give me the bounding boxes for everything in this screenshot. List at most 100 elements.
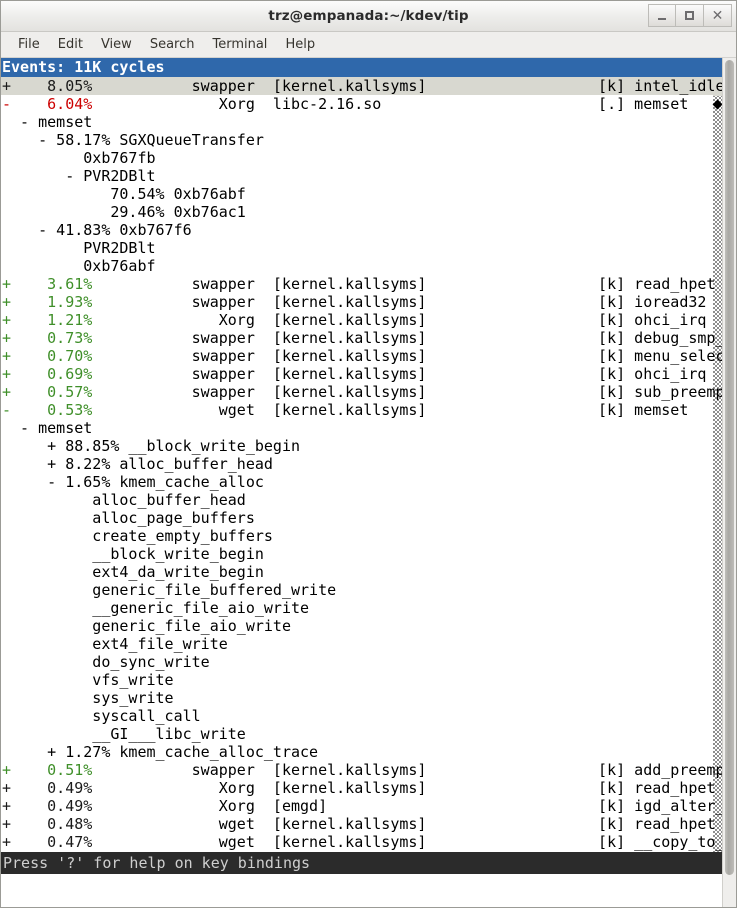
callgraph-row[interactable]: ext4_file_write	[1, 635, 722, 653]
table-row[interactable]: + 1.21% Xorg [kernel.kallsyms] [k] ohci_…	[1, 311, 722, 329]
window-scrollbar[interactable]	[722, 58, 736, 907]
row-dso: [kernel.kallsyms]	[254, 833, 599, 851]
row-privilege-level: [k]	[598, 347, 635, 365]
row-command: Xorg	[92, 95, 255, 113]
minimize-button[interactable]	[648, 4, 676, 27]
callgraph-row[interactable]: vfs_write	[1, 671, 722, 689]
table-row[interactable]: + 0.73% swapper [kernel.kallsyms] [k] de…	[1, 329, 722, 347]
table-row[interactable]: + 8.05% swapper [kernel.kallsyms] [k] in…	[1, 77, 722, 95]
callgraph-row[interactable]: generic_file_buffered_write	[1, 581, 722, 599]
row-command: swapper	[92, 365, 255, 383]
row-percent: 1.93%	[11, 293, 93, 311]
callgraph-row[interactable]: 29.46% 0xb76ac1	[1, 203, 722, 221]
table-row[interactable]: + 0.70% swapper [kernel.kallsyms] [k] me…	[1, 347, 722, 365]
callgraph-row[interactable]: __generic_file_aio_write	[1, 599, 722, 617]
row-command: Xorg	[92, 311, 255, 329]
row-expand-sign: +	[2, 365, 12, 383]
callgraph-text: alloc_buffer_head	[2, 491, 246, 509]
row-percent: 3.61%	[11, 275, 93, 293]
callgraph-text: 29.46% 0xb76ac1	[2, 203, 246, 221]
callgraph-row[interactable]: syscall_call	[1, 707, 722, 725]
row-expand-sign: +	[2, 815, 12, 833]
title-bar: trz@empanada:~/kdev/tip ✕	[1, 1, 736, 32]
callgraph-row[interactable]: + 1.27% kmem_cache_alloc_trace	[1, 743, 722, 761]
perf-report-tui[interactable]: Events: 11K cycles + 8.05% swapper [kern…	[1, 58, 722, 907]
callgraph-row[interactable]: 0xb767fb	[1, 149, 722, 167]
callgraph-text: - 58.17% SGXQueueTransfer	[2, 131, 264, 149]
table-row[interactable]: + 0.69% swapper [kernel.kallsyms] [k] oh…	[1, 365, 722, 383]
menu-item-file[interactable]: File	[9, 35, 49, 54]
callgraph-row[interactable]: alloc_buffer_head	[1, 491, 722, 509]
row-privilege-level: [.]	[598, 95, 635, 113]
table-row[interactable]: + 0.47% wget [kernel.kallsyms] [k] __cop…	[1, 833, 722, 851]
row-expand-sign: -	[2, 95, 12, 113]
table-row[interactable]: + 0.57% swapper [kernel.kallsyms] [k] su…	[1, 383, 722, 401]
close-button[interactable]: ✕	[704, 4, 732, 27]
callgraph-row[interactable]: - 41.83% 0xb767f6	[1, 221, 722, 239]
row-dso: [kernel.kallsyms]	[254, 311, 599, 329]
callgraph-row[interactable]: - memset	[1, 419, 722, 437]
row-dso: [kernel.kallsyms]	[254, 383, 599, 401]
table-row[interactable]: + 0.51% swapper [kernel.kallsyms] [k] ad…	[1, 761, 722, 779]
callgraph-row[interactable]: 0xb76abf	[1, 257, 722, 275]
menu-item-terminal[interactable]: Terminal	[203, 35, 276, 54]
row-privilege-level: [k]	[598, 401, 635, 419]
callgraph-row[interactable]: PVR2DBlt	[1, 239, 722, 257]
table-row[interactable]: + 1.93% swapper [kernel.kallsyms] [k] io…	[1, 293, 722, 311]
row-privilege-level: [k]	[598, 383, 635, 401]
callgraph-text: - 1.65% kmem_cache_alloc	[2, 473, 264, 491]
row-expand-sign: +	[2, 77, 12, 95]
callgraph-row[interactable]: - memset	[1, 113, 722, 131]
minimize-icon	[658, 18, 666, 20]
callgraph-row[interactable]: 70.54% 0xb76abf	[1, 185, 722, 203]
table-row[interactable]: - 6.04% Xorg libc-2.16.so [.] memset	[1, 95, 722, 113]
row-command: swapper	[92, 77, 255, 95]
row-symbol: _raw_spin_l	[634, 851, 722, 852]
callgraph-row[interactable]: - 1.65% kmem_cache_alloc	[1, 473, 722, 491]
window-scrollbar-thumb[interactable]	[725, 60, 734, 876]
row-percent: 0.51%	[11, 761, 93, 779]
callgraph-text: alloc_page_buffers	[2, 509, 255, 527]
callgraph-row[interactable]: alloc_page_buffers	[1, 509, 722, 527]
callgraph-row[interactable]: sys_write	[1, 689, 722, 707]
window-controls: ✕	[648, 4, 732, 27]
callgraph-row[interactable]: create_empty_buffers	[1, 527, 722, 545]
row-dso: [kernel.kallsyms]	[254, 779, 599, 797]
menu-item-edit[interactable]: Edit	[49, 35, 92, 54]
callgraph-text: 0xb76abf	[2, 257, 156, 275]
row-expand-sign: +	[2, 293, 12, 311]
callgraph-row[interactable]: - 58.17% SGXQueueTransfer	[1, 131, 722, 149]
menu-item-view[interactable]: View	[92, 35, 141, 54]
table-row[interactable]: + 0.48% wget [kernel.kallsyms] [k] read_…	[1, 815, 722, 833]
callgraph-row[interactable]: ext4_da_write_begin	[1, 563, 722, 581]
row-percent: 8.05%	[11, 77, 93, 95]
row-command: wget	[92, 401, 255, 419]
menu-item-search[interactable]: Search	[141, 35, 204, 54]
callgraph-text: ext4_file_write	[2, 635, 228, 653]
row-dso: [kernel.kallsyms]	[254, 347, 599, 365]
table-row[interactable]: + 0.45% swapper [kernel.kallsyms] [k] _r…	[1, 851, 722, 852]
callgraph-row[interactable]: + 8.22% alloc_buffer_head	[1, 455, 722, 473]
row-symbol: sub_preempt	[634, 383, 722, 401]
callgraph-text: create_empty_buffers	[2, 527, 273, 545]
row-privilege-level: [k]	[598, 275, 635, 293]
table-row[interactable]: + 3.61% swapper [kernel.kallsyms] [k] re…	[1, 275, 722, 293]
table-row[interactable]: + 0.49% Xorg [emgd] [k] igd_alter_c	[1, 797, 722, 815]
row-percent: 0.47%	[11, 833, 93, 851]
row-expand-sign: +	[2, 347, 12, 365]
maximize-button[interactable]	[676, 4, 704, 27]
callgraph-row[interactable]: __GI___libc_write	[1, 725, 722, 743]
callgraph-row[interactable]: + 88.85% __block_write_begin	[1, 437, 722, 455]
row-dso: libc-2.16.so	[254, 95, 599, 113]
callgraph-row[interactable]: generic_file_aio_write	[1, 617, 722, 635]
perf-rows-list[interactable]: + 8.05% swapper [kernel.kallsyms] [k] in…	[1, 77, 722, 852]
callgraph-row[interactable]: __block_write_begin	[1, 545, 722, 563]
table-row[interactable]: - 0.53% wget [kernel.kallsyms] [k] memse…	[1, 401, 722, 419]
table-row[interactable]: + 0.49% Xorg [kernel.kallsyms] [k] read_…	[1, 779, 722, 797]
callgraph-row[interactable]: - PVR2DBlt	[1, 167, 722, 185]
row-percent: 0.49%	[11, 797, 93, 815]
row-symbol: ohci_irq	[634, 365, 707, 383]
callgraph-row[interactable]: do_sync_write	[1, 653, 722, 671]
menu-item-help[interactable]: Help	[276, 35, 324, 54]
callgraph-text: + 1.27% kmem_cache_alloc_trace	[2, 743, 319, 761]
